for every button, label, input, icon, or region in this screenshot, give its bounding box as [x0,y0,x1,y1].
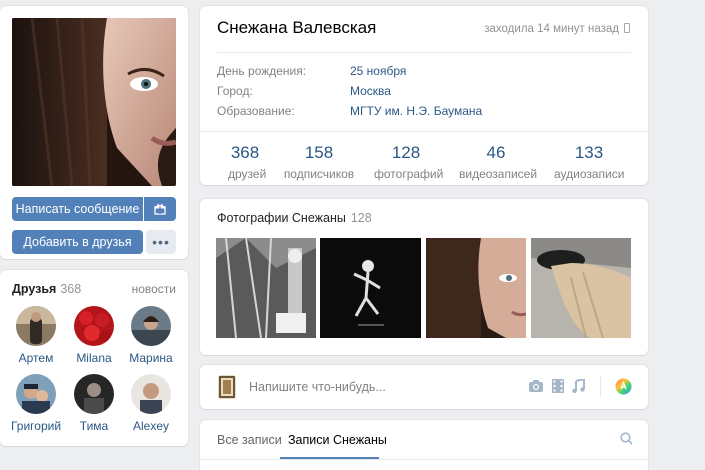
friend-item[interactable]: Milana [66,306,122,365]
divider [600,377,601,397]
info-value-link[interactable]: 25 ноября [350,64,406,78]
counter-videos[interactable]: 46 видеозаписей [459,143,538,181]
profile-photo[interactable] [12,18,176,186]
photo-thumbnail[interactable] [216,238,316,338]
photo-thumbnail[interactable] [426,238,526,338]
counter-followers[interactable]: 158 подписчиков [283,143,355,181]
friend-name: Марина [129,351,173,365]
photos-header[interactable]: Фотографии Снежаны 128 [217,211,372,225]
last-seen-status: заходила 14 минут назад [484,23,630,35]
counter-friends[interactable]: 368 друзей [228,143,267,181]
write-message-button[interactable]: Написать сообщение [12,197,143,221]
info-row-education: Образование: МГТУ им. Н.Э. Баумана [217,104,482,118]
info-row-city: Город: Москва [217,84,391,98]
post-composer: Напишите что-нибудь... [200,365,648,409]
avatar [218,375,236,399]
profile-info-card: Снежана Валевская заходила 14 минут наза… [200,6,648,185]
friends-header: Друзья 368 новости [12,282,176,298]
friend-item[interactable]: Тима [66,374,122,433]
avatar [16,306,56,346]
counter-number: 128 [391,143,421,162]
friend-item[interactable]: Григорий [8,374,64,433]
gift-icon [154,204,166,215]
counter-audio[interactable]: 133 аудиозаписи [554,143,624,181]
friend-name: Milana [76,351,112,365]
counter-number: 133 [574,143,604,162]
phone-icon [624,23,630,33]
video-icon[interactable] [552,379,564,393]
friend-name: Тима [79,419,109,433]
friend-item[interactable]: Alexey [123,374,179,433]
divider [200,459,648,460]
avatar-card: Написать сообщение Добавить в друзья ••• [0,6,188,259]
friend-name: Григорий [10,419,62,433]
friend-name: Артем [18,351,54,365]
profile-name: Снежана Валевская [217,18,377,37]
counter-label: друзей [228,167,267,181]
avatar [16,374,56,414]
info-value-link[interactable]: МГТУ им. Н.Э. Баумана [350,104,482,118]
avatar [131,374,171,414]
friends-card: Друзья 368 новости Артем Milana Марина Гр… [0,270,188,446]
info-label: День рождения: [217,64,307,78]
add-friend-button[interactable]: Добавить в друзья [12,230,143,254]
friend-name: Alexey [132,419,170,433]
divider [200,131,648,132]
photo-thumbnail[interactable] [531,238,631,338]
photo-thumbnail[interactable] [320,238,421,338]
avatar [74,306,114,346]
counter-label: фотографий [374,167,444,181]
counter-photos[interactable]: 128 фотографий [374,143,444,181]
tab-own-posts[interactable]: Записи Снежаны [288,433,387,447]
info-label: Образование: [217,104,295,118]
friend-item[interactable]: Марина [123,306,179,365]
friends-news-link[interactable]: новости [132,282,176,296]
color-wheel-icon[interactable] [615,378,632,395]
info-label: Город: [217,84,253,98]
post-input[interactable]: Напишите что-нибудь... [249,380,386,394]
photos-count: 128 [350,211,372,225]
counter-number: 46 [486,143,506,162]
counter-label: аудиозаписи [554,167,625,181]
photos-card: Фотографии Снежаны 128 [200,199,648,355]
last-seen-text: заходила 14 минут назад [484,23,619,35]
info-value-link[interactable]: Москва [350,84,391,98]
counter-label: видеозаписей [459,167,538,181]
avatar [74,374,114,414]
friend-item[interactable]: Артем [8,306,64,365]
info-row-birthday: День рождения: 25 ноября [217,64,406,78]
search-icon[interactable] [620,432,633,445]
tab-all-posts[interactable]: Все записи [217,433,282,447]
wall-tabs-card: Все записи Записи Снежаны [200,420,648,470]
avatar [131,306,171,346]
camera-icon[interactable] [528,379,544,393]
friends-title[interactable]: Друзья [12,282,56,296]
counter-label: подписчиков [283,167,355,181]
more-actions-button[interactable]: ••• [146,230,176,254]
music-icon[interactable] [572,379,585,393]
friends-count: 368 [60,282,82,296]
counter-number: 158 [304,143,334,162]
counter-number: 368 [230,143,260,162]
divider [217,52,631,53]
gift-button[interactable] [144,197,176,221]
photos-title: Фотографии Снежаны [217,211,346,225]
